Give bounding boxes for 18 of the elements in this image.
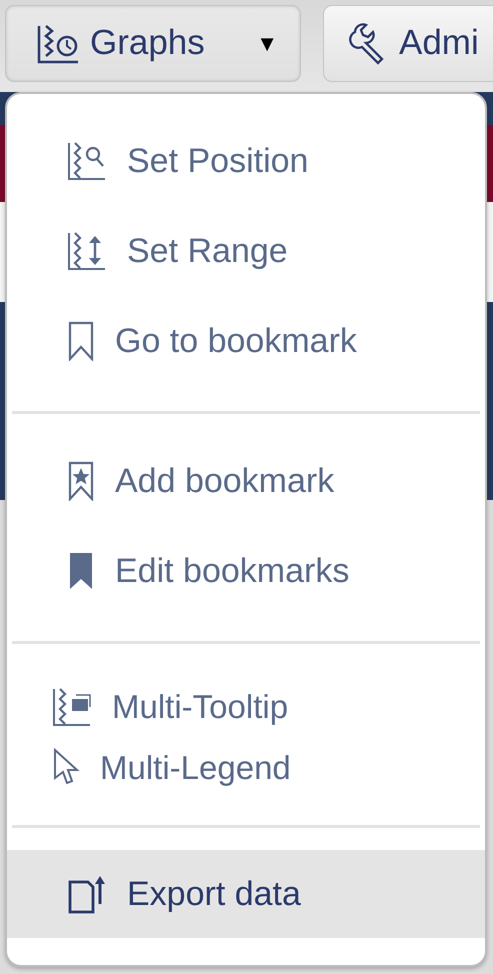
toolbar-button[interactable]: Admi (323, 5, 493, 82)
bookmarks-icon (67, 551, 95, 591)
chart-range-icon (67, 231, 107, 271)
menu-item[interactable]: Export data (7, 850, 485, 938)
bookmark-icon (67, 321, 95, 361)
menu-item[interactable]: Go to bookmark (7, 296, 485, 386)
menu-item[interactable]: Set Position (7, 116, 485, 206)
menu-item[interactable]: Edit bookmarks (7, 526, 485, 616)
menu-item[interactable]: Set Range (7, 206, 485, 296)
menu-item[interactable]: Multi-Legend (7, 737, 485, 798)
export-icon (67, 874, 107, 914)
menu-item[interactable]: Add bookmark (7, 436, 485, 526)
chart-magnifier-icon (67, 141, 107, 181)
menu-item[interactable]: Multi-Tooltip (7, 676, 485, 737)
graphs-menu-button[interactable]: Graphs ▼ (5, 5, 301, 82)
caret-icon: ▼ (256, 27, 278, 60)
bookmark-star-icon (67, 461, 95, 501)
chart-tooltip-icon (52, 686, 92, 726)
